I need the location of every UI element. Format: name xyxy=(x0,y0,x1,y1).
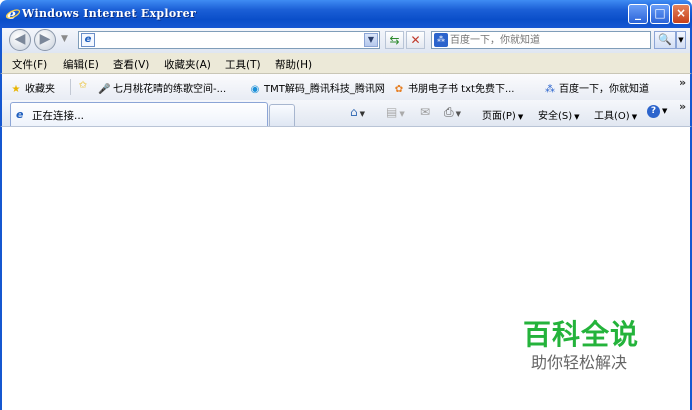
stop-button[interactable]: ✕ xyxy=(406,31,425,49)
minimize-button[interactable]: _ xyxy=(628,4,648,24)
tools-menu-label: 工具(O) xyxy=(594,111,630,122)
printer-icon: ⎙ xyxy=(444,105,454,119)
menu-help[interactable]: 帮助(H) xyxy=(275,57,312,72)
safety-menu-label: 安全(S) xyxy=(538,111,573,122)
command-more-chevron[interactable]: » xyxy=(679,100,686,113)
watermark-subtitle: 助你轻松解决 xyxy=(530,353,627,372)
page-menu-label: 页面(P) xyxy=(482,111,516,122)
tab-active[interactable]: e 正在连接... xyxy=(10,102,268,126)
maximize-button[interactable]: □ xyxy=(650,4,670,24)
microphone-icon: 🎤 xyxy=(98,84,111,95)
favorites-button[interactable]: ★ 收藏夹 xyxy=(10,80,55,95)
menu-bar: 文件(F) 编辑(E) 查看(V) 收藏夹(A) 工具(T) 帮助(H) xyxy=(0,53,692,74)
new-tab-button[interactable] xyxy=(269,104,295,126)
stop-icon: ✕ xyxy=(410,33,421,47)
print-button[interactable]: ⎙ ▼ xyxy=(444,105,461,120)
refresh-button[interactable]: ⇆ xyxy=(385,31,404,49)
tools-menu-button[interactable]: 工具(O) ▼ xyxy=(594,107,637,122)
mail-button[interactable]: ✉ xyxy=(420,105,430,119)
favorite-item-label: 七月桃花晴的练歌空间-... xyxy=(113,84,227,95)
address-toolbar: ◀ ▶ ▼ e ▼ ⇆ ✕ ⁂ 🔍 ▼ xyxy=(0,28,692,53)
address-dropdown-icon[interactable]: ▼ xyxy=(364,33,378,47)
search-options-dropdown-icon[interactable]: ▼ xyxy=(676,31,686,49)
flower-icon: ✿ xyxy=(394,84,404,95)
menu-tools[interactable]: 工具(T) xyxy=(225,57,261,72)
menu-file[interactable]: 文件(F) xyxy=(12,57,47,72)
home-icon: ⌂ xyxy=(350,105,358,119)
watermark: 百科全说 助你轻松解决 xyxy=(516,318,646,374)
favorite-item-3[interactable]: ✿ 书朋电子书 txt免费下... xyxy=(393,80,515,95)
tab-label: 正在连接... xyxy=(32,110,85,122)
help-icon: ? xyxy=(647,105,660,118)
forward-arrow-icon: ▶ xyxy=(39,31,51,47)
favorite-item-label: 书朋电子书 txt免费下... xyxy=(408,84,515,95)
history-dropdown-icon[interactable]: ▼ xyxy=(61,34,68,44)
search-box[interactable]: ⁂ xyxy=(431,31,651,49)
rss-feed-icon: ▤ xyxy=(386,105,398,119)
close-button[interactable]: × xyxy=(672,4,690,24)
baidu-paw-icon: ⁂ xyxy=(434,33,448,47)
feeds-button[interactable]: ▤ ▼ xyxy=(386,105,405,119)
favorites-bar: ★ 收藏夹 ✩ 🎤 七月桃花晴的练歌空间-... ◉ TMT解码_腾讯科技_腾讯网 ✿… xyxy=(0,74,692,100)
page-menu-button[interactable]: 页面(P) ▼ xyxy=(482,107,523,122)
favorite-item-label: 百度一下，你就知道 xyxy=(559,84,649,95)
add-favorite-button[interactable]: ✩ xyxy=(77,80,92,91)
favorite-item-1[interactable]: 🎤 七月桃花晴的练歌空间-... xyxy=(98,80,226,95)
ie-logo-icon: e xyxy=(5,6,21,23)
search-input[interactable] xyxy=(450,33,646,47)
favorite-item-2[interactable]: ◉ TMT解码_腾讯科技_腾讯网 xyxy=(249,80,385,95)
favorites-more-chevron[interactable]: » xyxy=(679,76,686,89)
favorite-item-label: TMT解码_腾讯科技_腾讯网 xyxy=(264,84,385,95)
menu-view[interactable]: 查看(V) xyxy=(113,57,149,72)
qq-logo-icon: ◉ xyxy=(250,84,260,95)
ie-page-icon: e xyxy=(16,108,24,121)
title-bar: e Windows Internet Explorer _ □ × xyxy=(0,0,692,28)
home-button[interactable]: ⌂ ▼ xyxy=(350,105,365,119)
menu-edit[interactable]: 编辑(E) xyxy=(63,57,99,72)
address-input[interactable]: e ▼ xyxy=(78,31,380,49)
ie-page-icon: e xyxy=(81,33,95,47)
divider xyxy=(70,79,71,95)
back-button[interactable]: ◀ xyxy=(9,29,31,51)
baidu-paw-icon: ⁂ xyxy=(545,84,555,95)
add-star-icon: ✩ xyxy=(78,80,88,91)
search-button[interactable]: 🔍 xyxy=(654,31,676,49)
search-icon: 🔍 xyxy=(658,33,672,46)
favorites-label: 收藏夹 xyxy=(25,84,55,95)
window-title: Windows Internet Explorer xyxy=(22,7,197,20)
forward-button[interactable]: ▶ xyxy=(34,29,56,51)
safety-menu-button[interactable]: 安全(S) ▼ xyxy=(538,107,580,122)
menu-favorites[interactable]: 收藏夹(A) xyxy=(164,57,211,72)
tab-command-bar: e 正在连接... ⌂ ▼ ▤ ▼ ✉ ⎙ ▼ 页面(P) ▼ 安全(S) ▼ 工具(O)… xyxy=(0,100,692,127)
star-icon: ★ xyxy=(11,84,21,95)
watermark-title: 百科全说 xyxy=(522,318,639,351)
mail-icon: ✉ xyxy=(420,105,431,119)
favorite-item-4[interactable]: ⁂ 百度一下，你就知道 xyxy=(544,80,649,95)
svg-text:e: e xyxy=(7,7,16,22)
help-menu-button[interactable]: ? ▼ xyxy=(647,105,667,118)
back-arrow-icon: ◀ xyxy=(14,31,26,47)
refresh-icon: ⇆ xyxy=(389,33,400,47)
